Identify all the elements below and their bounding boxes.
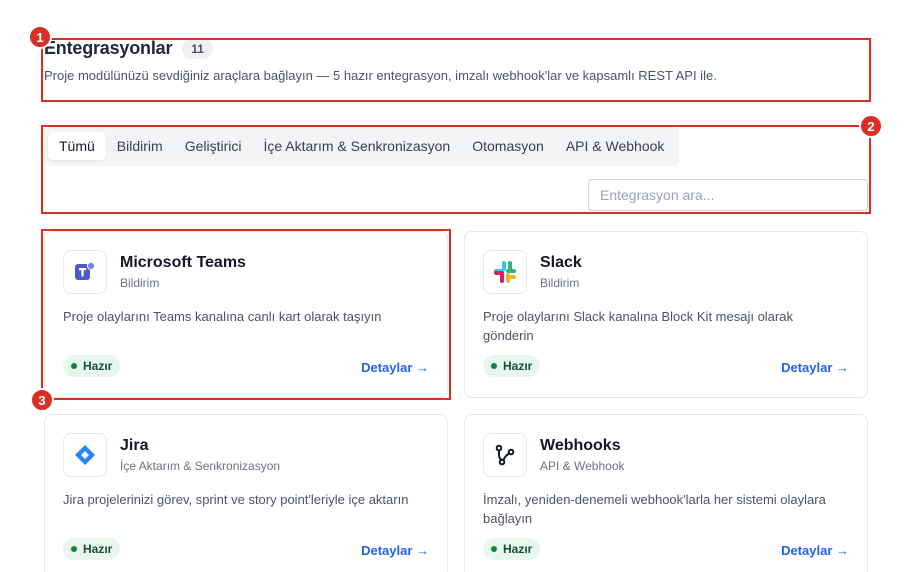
status-dot-icon — [491, 363, 497, 369]
card-category: İçe Aktarım & Senkronizasyon — [120, 459, 281, 473]
card-description: Proje olaylarını Slack kanalına Block Ki… — [483, 309, 793, 343]
card-title: Jira — [120, 437, 149, 454]
details-link[interactable]: Detaylar → — [781, 543, 849, 558]
card-category: Bildirim — [540, 276, 580, 290]
card-description: Jira projelerinizi görev, sprint ve stor… — [63, 492, 409, 507]
status-dot-icon — [491, 546, 497, 552]
card-category: API & Webhook — [540, 459, 625, 473]
annotation-box-1 — [41, 38, 871, 102]
slack-icon — [483, 250, 527, 294]
annotation-box-2 — [41, 125, 871, 214]
webhooks-icon — [483, 433, 527, 477]
status-badge: Hazır — [63, 538, 121, 560]
integration-card-slack[interactable]: Slack Bildirim Proje olaylarını Slack ka… — [464, 231, 868, 398]
details-link[interactable]: Detaylar → — [781, 360, 849, 375]
jira-icon — [63, 433, 107, 477]
annotation-marker-3: 3 — [30, 388, 54, 412]
integration-card-webhooks[interactable]: Webhooks API & Webhook İmzalı, yeniden-d… — [464, 414, 868, 572]
status-badge: Hazır — [483, 538, 541, 560]
status-badge: Hazır — [483, 355, 541, 377]
card-title: Webhooks — [540, 437, 621, 454]
annotation-marker-2: 2 — [859, 114, 883, 138]
card-title: Slack — [540, 254, 582, 271]
status-dot-icon — [71, 546, 77, 552]
annotation-box-3 — [41, 229, 451, 400]
card-description: İmzalı, yeniden-denemeli webhook'larla h… — [483, 492, 826, 526]
details-link[interactable]: Detaylar → — [361, 543, 429, 558]
integration-card-jira[interactable]: Jira İçe Aktarım & Senkronizasyon Jira p… — [44, 414, 448, 572]
annotation-marker-1: 1 — [28, 25, 52, 49]
